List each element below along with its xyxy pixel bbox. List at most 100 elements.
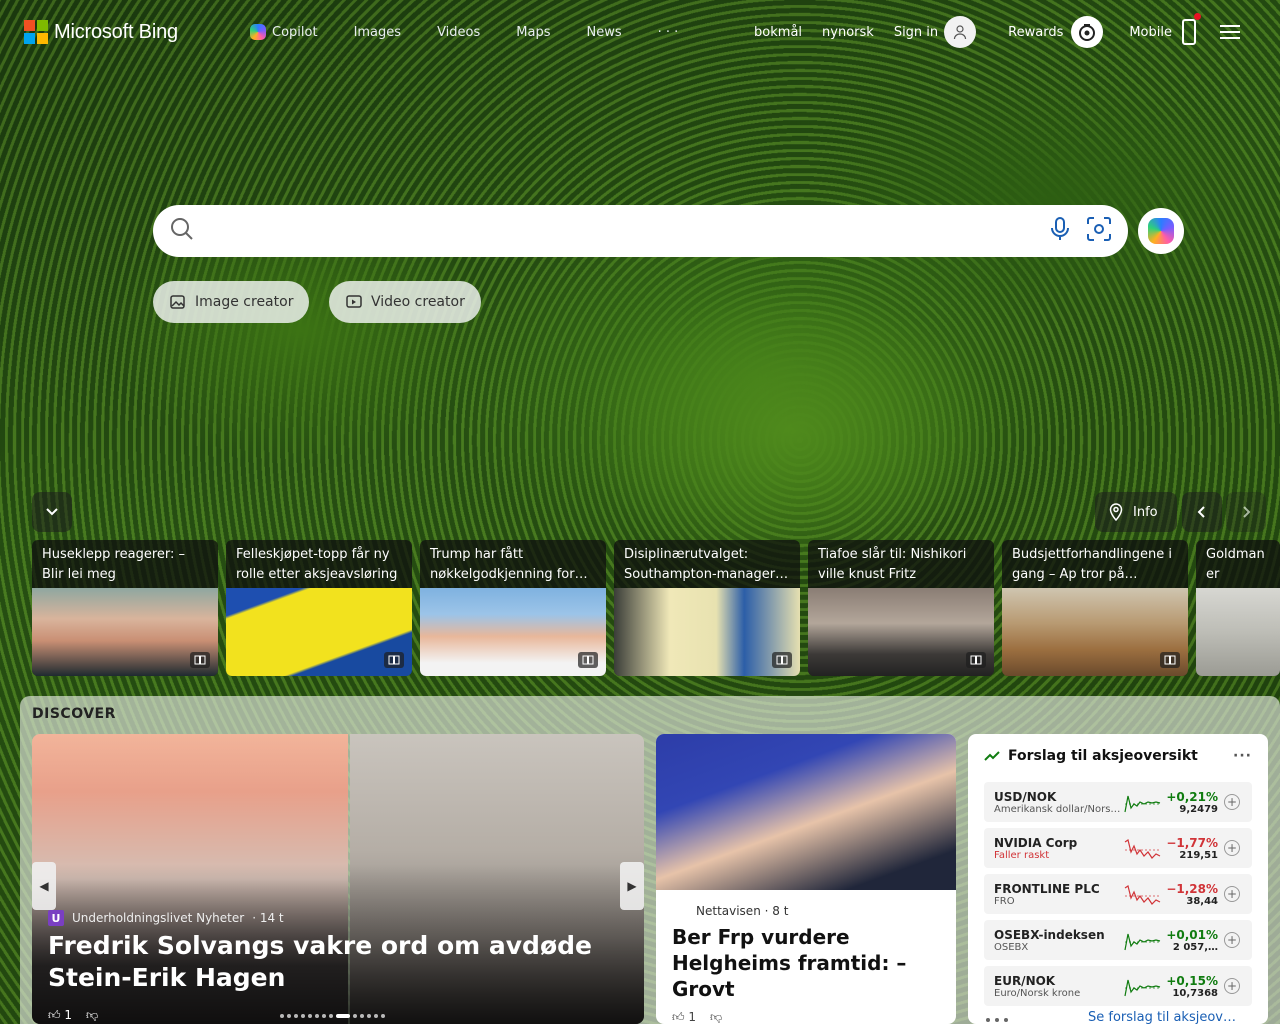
news-card-secondary[interactable]: Nettavisen · 8 t Ber Frp vurdere Helghei… <box>656 734 956 1024</box>
search-bar <box>153 205 1128 257</box>
discover-heading: DISCOVER <box>32 706 116 722</box>
chevron-down-icon <box>46 508 58 516</box>
video-creator-button[interactable]: Video creator <box>329 281 481 323</box>
sign-in-button[interactable]: Sign in <box>893 16 977 48</box>
add-to-watchlist-icon[interactable]: + <box>1224 978 1240 994</box>
card-source: Nettavisen · 8 t <box>696 904 789 918</box>
info-button[interactable]: Info <box>1095 492 1177 532</box>
reader-icon <box>384 652 404 668</box>
copilot-search-button[interactable] <box>1138 208 1184 254</box>
more-options-button[interactable]: ··· <box>1233 748 1252 764</box>
sign-in-label: Sign in <box>893 24 939 40</box>
chevron-left-icon <box>1197 506 1205 518</box>
stock-name: Amerikansk dollar/Nors… <box>994 803 1121 815</box>
hero-title[interactable]: Fredrik Solvangs vakre ord om avdøde Ste… <box>48 930 608 994</box>
like-button[interactable]: 👍︎ 1 <box>672 1010 696 1024</box>
news-card-title: Goldman er fortsatt… <box>1206 547 1267 588</box>
stock-symbol: FRONTLINE PLC <box>994 881 1100 896</box>
stock-price: 38,44 <box>1186 895 1218 907</box>
reader-icon <box>772 652 792 668</box>
mobile-button[interactable]: Mobile <box>1129 13 1201 45</box>
nav-more-button[interactable]: · · · <box>658 25 679 40</box>
phone-icon <box>1182 13 1201 45</box>
news-card[interactable]: Felleskjøpet-topp får ny rolle etter aks… <box>226 540 412 676</box>
news-card-image <box>1196 588 1280 676</box>
image-creator-button[interactable]: Image creator <box>153 281 310 323</box>
hero-pagination <box>280 1014 385 1018</box>
like-button[interactable]: 👍︎ 1 <box>48 1008 72 1023</box>
stock-change: −1,77% <box>1166 835 1218 850</box>
hero-next-button[interactable]: ▶ <box>620 862 644 910</box>
microphone-icon[interactable] <box>1050 216 1070 246</box>
stock-row[interactable]: EUR/NOK Euro/Norsk krone +0,15% 10,7368 + <box>984 966 1252 1006</box>
search-input[interactable] <box>205 221 1050 241</box>
user-avatar-icon <box>944 16 977 48</box>
hero-news-card[interactable]: ◀ ▶ U Underholdningslivet Nyheter · 14 t… <box>32 734 644 1024</box>
stock-price: 2 057,… <box>1172 941 1218 953</box>
trophy-icon <box>1071 16 1104 48</box>
news-card-title: Budsjettforhandlingene i gang – Ap tror … <box>1012 547 1173 582</box>
nav-videos[interactable]: Videos <box>437 25 480 40</box>
info-label: Info <box>1133 504 1158 520</box>
news-card-title: Trump har fått nøkkelgodkjenning for… <box>430 547 588 582</box>
nav-news[interactable]: News <box>586 25 621 40</box>
sparkline-chart <box>1124 885 1161 905</box>
news-card[interactable]: Goldman er fortsatt… <box>1196 540 1280 676</box>
news-card[interactable]: Budsjettforhandlingene i gang – Ap tror … <box>1002 540 1188 676</box>
stock-name: FRO <box>994 895 1015 907</box>
reader-icon <box>578 652 598 668</box>
reader-icon <box>190 652 210 668</box>
header-right: bokmål nynorsk Sign in Rewards Mobile <box>754 13 1240 48</box>
stock-price: 10,7368 <box>1172 987 1218 999</box>
copilot-icon <box>250 24 266 40</box>
news-card[interactable]: Huseklepp reagerer: – Blir lei meg <box>32 540 218 676</box>
add-to-watchlist-icon[interactable]: + <box>1224 840 1240 856</box>
add-to-watchlist-icon[interactable]: + <box>1224 794 1240 810</box>
lang-nynorsk[interactable]: nynorsk <box>822 25 874 40</box>
visual-search-icon[interactable] <box>1086 216 1112 246</box>
video-creator-label: Video creator <box>371 294 465 310</box>
dislike-icon[interactable]: 👎︎ <box>86 1008 98 1023</box>
hamburger-menu-icon[interactable] <box>1220 25 1240 39</box>
lang-bokmal[interactable]: bokmål <box>754 25 802 40</box>
news-card-title: Tiafoe slår til: Nishikori ville knust F… <box>818 547 967 582</box>
add-to-watchlist-icon[interactable]: + <box>1224 886 1240 902</box>
news-card[interactable]: Disiplinærutvalget: Southampton-manager… <box>614 540 800 676</box>
next-image-button[interactable] <box>1226 492 1266 532</box>
nav-images[interactable]: Images <box>354 25 402 40</box>
rewards-button[interactable]: Rewards <box>1008 16 1104 48</box>
card-reactions: 👍︎ 1 👎︎ <box>656 1002 956 1024</box>
top-nav: Copilot Images Videos Maps News · · · <box>250 24 678 40</box>
stock-row[interactable]: OSEBX-indeksen OSEBX +0,01% 2 057,… + <box>984 920 1252 960</box>
sparkline-chart <box>1124 839 1161 859</box>
collapse-button[interactable] <box>32 492 72 532</box>
stock-symbol: EUR/NOK <box>994 973 1056 988</box>
copilot-icon <box>1148 218 1174 244</box>
previous-image-button[interactable] <box>1182 492 1222 532</box>
news-card[interactable]: Tiafoe slår til: Nishikori ville knust F… <box>808 540 994 676</box>
reader-icon <box>966 652 986 668</box>
news-carousel: Huseklepp reagerer: – Blir lei meg Felle… <box>32 540 1280 676</box>
news-card[interactable]: Trump har fått nøkkelgodkjenning for… <box>420 540 606 676</box>
see-stock-suggestions-link[interactable]: Se forslag til aksjeov… <box>1088 1010 1236 1024</box>
bing-logo[interactable]: Microsoft Bing <box>24 20 178 44</box>
add-to-watchlist-icon[interactable]: + <box>1224 932 1240 948</box>
microsoft-logo-icon <box>24 20 48 44</box>
stocks-title: Forslag til aksjeoversikt <box>1008 748 1198 764</box>
nav-copilot[interactable]: Copilot <box>250 24 318 40</box>
hero-reactions: 👍︎ 1 👎︎ <box>48 1008 98 1023</box>
stock-change: +0,21% <box>1166 789 1218 804</box>
card-title[interactable]: Ber Frp vurdere Helgheims framtid: – Gro… <box>656 918 956 1002</box>
stock-symbol: USD/NOK <box>994 789 1057 804</box>
nav-maps[interactable]: Maps <box>516 25 550 40</box>
hero-prev-button[interactable]: ◀ <box>32 862 56 910</box>
dislike-icon[interactable]: 👎︎ <box>710 1010 722 1024</box>
stock-price: 219,51 <box>1179 849 1218 861</box>
image-creator-icon <box>170 295 185 309</box>
stock-row[interactable]: NVIDIA Corp Faller raskt −1,77% 219,51 + <box>984 828 1252 868</box>
stock-row[interactable]: USD/NOK Amerikansk dollar/Nors… +0,21% 9,24… <box>984 782 1252 822</box>
stock-change: +0,01% <box>1166 927 1218 942</box>
search-icon[interactable] <box>169 216 195 246</box>
brand-name: Microsoft Bing <box>54 20 178 43</box>
stock-row[interactable]: FRONTLINE PLC FRO −1,28% 38,44 + <box>984 874 1252 914</box>
